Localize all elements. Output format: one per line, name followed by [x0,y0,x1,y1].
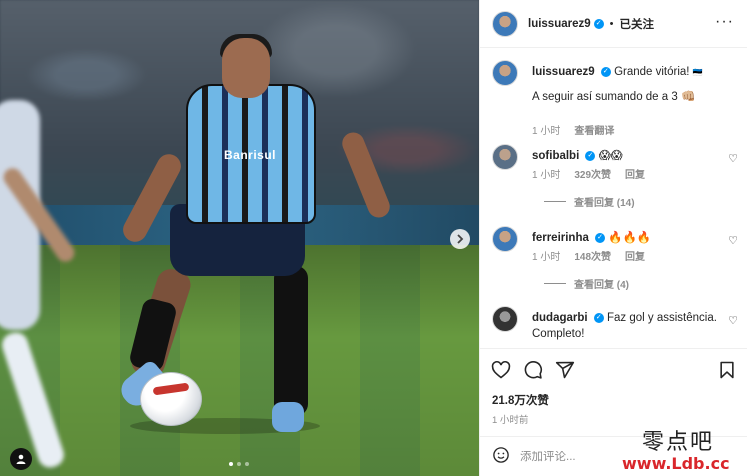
heart-icon[interactable]: ♡ [728,152,738,165]
share-icon[interactable] [554,359,576,381]
caption-meta: 1 小时 查看翻译 [532,122,614,137]
heart-icon[interactable] [490,359,512,381]
carousel-dot [229,462,233,466]
caption-username[interactable]: luissuarez9 [532,66,595,78]
comment-time: 1 小时 [532,170,561,181]
comment-text: sofibalbi ✓ 😱😱 [532,148,722,164]
post-image[interactable]: Banrisul [0,0,479,476]
watermark-line1: 零点吧 [642,430,715,455]
verified-icon: ✓ [600,66,611,77]
caption-line2: A seguir así sumando de a 3 [532,91,678,103]
comment-username[interactable]: sofibalbi [532,150,579,162]
comment-list[interactable]: luissuarez9 ✓ Grande vitória! 🇪🇪 A segui… [480,48,747,348]
avatar[interactable] [492,144,518,170]
comment-username[interactable]: ferreirinha [532,232,589,244]
carousel-dot [237,462,241,466]
follow-button[interactable]: 已关注 [620,16,655,32]
more-icon[interactable]: ··· [715,13,734,31]
caption-emoji1: 🇪🇪 [692,68,703,77]
player-right-arm [338,129,394,221]
heart-icon[interactable]: ♡ [728,314,738,327]
post-time: 1 小时前 [492,415,529,426]
verified-icon: ✓ [585,150,596,161]
caption-line1: Grande vitória! [614,66,690,78]
emoji-icon[interactable] [492,446,510,467]
comment-text: ferreirinha ✓ 🔥🔥🔥 [532,230,722,246]
football [140,372,202,426]
caption-emoji2: 👊🏼 [680,91,696,103]
author-username[interactable]: luissuarez9 [528,18,591,30]
carousel-dot [245,462,249,466]
translate-link[interactable]: 查看翻译 [574,122,614,137]
comment-content: 🔥🔥🔥 [608,232,652,244]
action-bar [480,348,747,388]
main-player: Banrisul [0,0,479,476]
view-replies-button[interactable]: 查看回复 (14) [544,194,635,209]
caption-text: luissuarez9 ✓ Grande vitória! 🇪🇪 A segui… [532,64,722,105]
reply-button[interactable]: 回复 [625,166,645,181]
avatar[interactable] [492,10,518,37]
jersey-sponsor: Banrisul [224,148,277,162]
post-panel: luissuarez9 ✓ • 已关注 ··· luissuarez9 ✓ Gr… [479,0,747,476]
avatar[interactable] [492,60,518,86]
caption-time: 1 小时 [532,126,561,137]
watermark: 零点吧 www.Ldb.cc [622,424,742,473]
view-replies-button[interactable]: 查看回复 (4) [544,276,629,291]
separator-dot: • [609,17,614,30]
comment-content: 😱😱 [598,150,623,162]
avatar[interactable] [492,306,518,332]
carousel-indicator [229,462,249,466]
reply-button[interactable]: 回复 [625,248,645,263]
like-count[interactable]: 21.8万次赞 [492,392,549,408]
comment-meta: 1 小时 329次赞 回复 [532,166,645,181]
comment-text: dudagarbi ✓ Faz gol y assistência. Compl… [532,310,722,342]
comment-time: 1 小时 [532,252,561,263]
chevron-right-icon[interactable] [450,229,470,249]
post-header: luissuarez9 ✓ • 已关注 ··· [480,0,747,48]
comment-likes[interactable]: 329次赞 [574,166,611,181]
verified-icon: ✓ [593,18,604,29]
tag-person-icon[interactable] [10,448,32,470]
avatar[interactable] [492,226,518,252]
comment-meta: 1 小时 148次赞 回复 [532,248,645,263]
player-right-leg [274,266,308,416]
player-right-boot [272,402,304,432]
verified-icon: ✓ [595,232,606,243]
player-head [222,38,270,98]
verified-icon: ✓ [593,312,604,323]
comment-username[interactable]: dudagarbi [532,312,588,324]
bookmark-icon[interactable] [716,359,738,381]
watermark-line2: www.Ldb.cc [622,454,730,473]
heart-icon[interactable]: ♡ [728,234,738,247]
comment-likes[interactable]: 148次赞 [574,248,611,263]
comment-icon[interactable] [522,359,544,381]
